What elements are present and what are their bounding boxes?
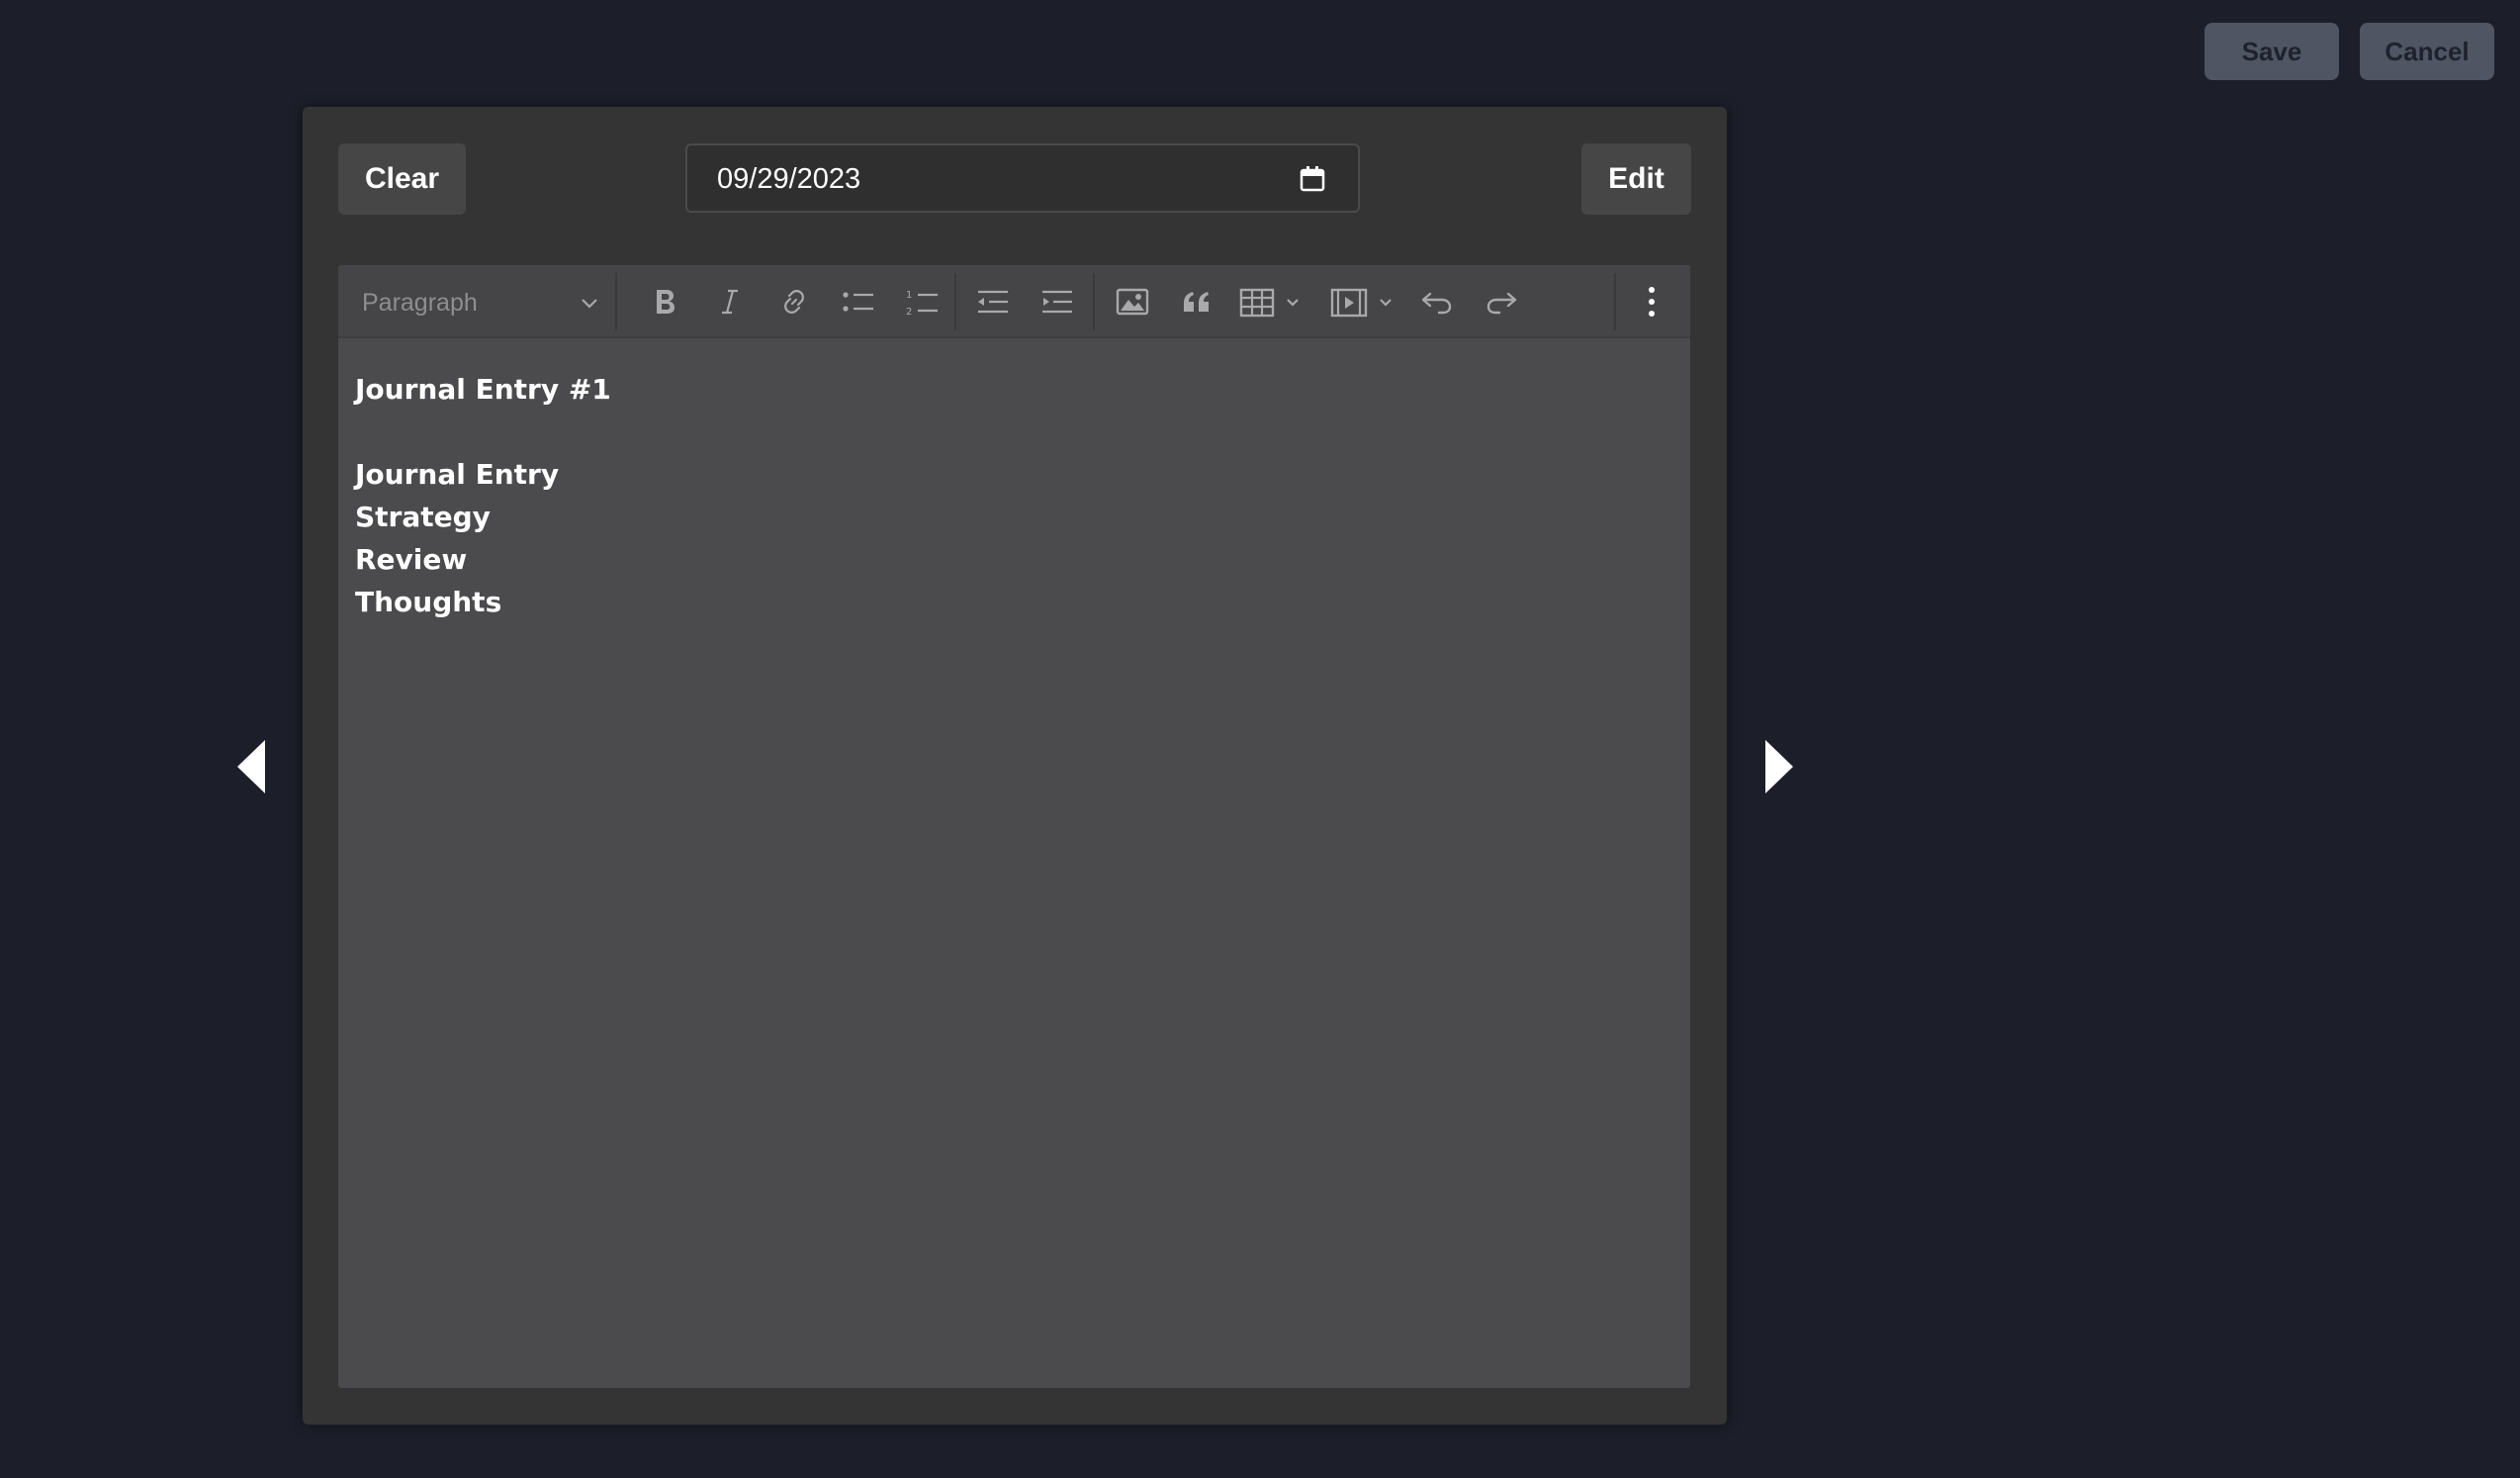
toolbar-separator: [954, 273, 956, 330]
document-line: Thoughts: [355, 586, 502, 618]
document-title: Journal Entry #1: [355, 373, 611, 406]
date-input[interactable]: 09/29/2023: [685, 143, 1360, 213]
bold-icon[interactable]: [643, 282, 686, 322]
outdent-icon[interactable]: [971, 282, 1015, 322]
editor-content[interactable]: Journal Entry #1 Journal Entry Strategy …: [355, 368, 611, 623]
top-actions: Save Cancel: [2205, 23, 2494, 80]
chevron-down-icon: [582, 299, 597, 309]
calendar-icon[interactable]: [1299, 165, 1326, 193]
undo-icon[interactable]: [1415, 282, 1459, 322]
italic-icon[interactable]: [708, 282, 752, 322]
document-line: Journal Entry: [355, 458, 560, 491]
svg-text:2: 2: [906, 307, 912, 318]
document-line: Review: [355, 543, 468, 576]
editor-toolbar: Paragraph 1 2: [338, 265, 1690, 338]
redo-icon[interactable]: [1480, 282, 1523, 322]
blockquote-icon[interactable]: [1175, 282, 1218, 322]
next-arrow-icon[interactable]: [1763, 740, 1793, 793]
image-icon[interactable]: [1111, 282, 1154, 322]
bulleted-list-icon[interactable]: [837, 282, 880, 322]
paragraph-format-dropdown[interactable]: Paragraph: [362, 283, 599, 323]
numbered-list-icon[interactable]: 1 2: [901, 282, 945, 322]
toolbar-separator: [615, 273, 617, 330]
more-options-icon[interactable]: [1630, 282, 1673, 322]
clear-button[interactable]: Clear: [338, 143, 466, 215]
cancel-button[interactable]: Cancel: [2360, 23, 2494, 80]
toolbar-separator: [1093, 273, 1095, 330]
svg-text:1: 1: [906, 290, 912, 301]
save-button[interactable]: Save: [2205, 23, 2339, 80]
toolbar-separator: [1614, 273, 1616, 330]
journal-modal: Clear 09/29/2023 Edit Paragraph 1 2 Jour…: [303, 107, 1727, 1425]
document-line: Strategy: [355, 501, 491, 533]
date-value: 09/29/2023: [717, 163, 861, 195]
link-icon[interactable]: [772, 282, 816, 322]
indent-icon[interactable]: [1035, 282, 1079, 322]
previous-arrow-icon[interactable]: [237, 740, 267, 793]
media-icon[interactable]: [1329, 282, 1398, 322]
table-icon[interactable]: [1238, 282, 1307, 322]
rich-text-editor[interactable]: Paragraph 1 2 Journal Entry #1 Journal E…: [338, 265, 1690, 1388]
paragraph-format-label: Paragraph: [362, 288, 478, 317]
edit-button[interactable]: Edit: [1581, 143, 1691, 215]
